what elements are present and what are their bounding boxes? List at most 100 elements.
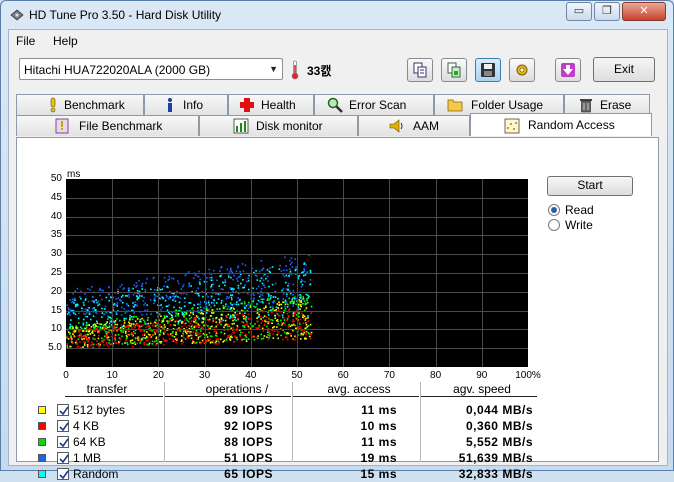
scatter-point [164,317,166,319]
menu-help[interactable]: Help [53,34,78,48]
scatter-point [285,288,288,291]
scatter-point [69,299,72,301]
scatter-point [211,335,213,338]
scatter-point [208,338,210,341]
tab-file-benchmark[interactable]: File Benchmark [16,115,199,136]
options-button[interactable] [509,58,535,82]
tab-error-scan[interactable]: Error Scan [314,94,434,115]
scatter-point [177,282,180,285]
scatter-point [280,334,282,337]
scatter-point [87,333,89,336]
scatter-point [229,317,231,320]
scatter-point [231,317,233,320]
scatter-point [301,334,303,337]
scatter-point [211,312,213,314]
minimize-button[interactable]: ▭ [566,2,592,21]
minimize-icon: ▭ [573,5,585,17]
scatter-point [160,304,162,306]
tab-random-access[interactable]: Random Access [470,113,652,136]
scatter-point [166,333,169,335]
save-button[interactable] [475,58,501,82]
scatter-point [278,315,281,317]
close-button[interactable]: ✕ [622,2,666,21]
scatter-point [143,332,146,335]
tab-erase[interactable]: Erase [564,94,650,115]
series-checkbox[interactable] [57,452,69,464]
scatter-point [274,317,277,319]
exit-button[interactable]: Exit [593,57,655,82]
scatter-point [188,302,190,304]
scatter-point [241,321,243,323]
scatter-point [239,275,241,278]
tab-disk-monitor[interactable]: Disk monitor [199,115,358,136]
tab-aam[interactable]: AAM [358,115,470,136]
copy-screenshot-button[interactable] [441,58,467,82]
scatter-point [200,312,202,315]
scatter-point [259,315,262,318]
tab-health[interactable]: Health [228,94,314,115]
scatter-point [255,287,258,290]
scatter-point [143,304,145,306]
title-bar[interactable]: HD Tune Pro 3.50 - Hard Disk Utility ▭ ❐… [1,1,673,29]
start-button[interactable]: Start [547,176,633,196]
scatter-point [206,338,209,341]
scatter-point [119,285,122,288]
write-radio[interactable]: Write [548,218,628,232]
scatter-point [292,315,295,317]
scatter-point [261,300,264,303]
scatter-point [152,302,155,305]
scatter-point [154,295,157,297]
scatter-point [237,284,240,287]
scatter-point [198,295,200,297]
series-checkbox[interactable] [57,420,69,432]
maximize-button[interactable]: ❐ [594,2,620,21]
scatter-point [193,320,195,323]
scatter-point [246,321,249,324]
scatter-point [168,304,170,306]
series-checkbox[interactable] [57,404,69,416]
scatter-point [280,307,283,309]
scatter-point [231,294,234,296]
series-checkbox[interactable] [57,436,69,448]
copy-info-button[interactable] [407,58,433,82]
avg-speed-value: 32,833 MB/s [458,467,533,481]
scatter-point [155,344,157,346]
scatter-point [128,321,130,324]
scatter-point [72,342,74,344]
scatter-point [152,333,154,336]
tab-info[interactable]: Info [144,94,228,115]
series-color-swatch [38,470,46,478]
download-button[interactable] [555,58,581,82]
scatter-point [190,316,193,319]
scatter-point [115,298,117,300]
scatter-point [255,274,258,277]
menu-file[interactable]: File [16,34,35,48]
tab-folder-usage[interactable]: Folder Usage [434,94,564,115]
scatter-point [79,341,81,343]
scatter-point [94,338,96,341]
scatter-point [300,304,302,306]
scatter-point [305,324,308,326]
scatter-point [232,319,234,322]
scatter-point [247,313,250,316]
drive-select[interactable]: Hitachi HUA722020ALA (2000 GB) ▼ [19,58,283,80]
scatter-point [87,288,89,290]
file-benchmark-icon [55,118,69,134]
scatter-point [165,294,168,297]
read-radio[interactable]: Read [548,203,628,217]
scatter-point [124,342,126,344]
series-checkbox[interactable] [57,468,69,480]
scatter-point [113,321,115,323]
scatter-point [235,314,237,316]
scatter-point [159,323,161,326]
scatter-point [300,305,302,308]
scatter-point [194,332,197,334]
scatter-point [276,303,279,305]
scatter-point [263,324,265,327]
tab-benchmark[interactable]: Benchmark [16,94,144,115]
scatter-point [102,340,105,342]
scatter-point [136,335,139,338]
scatter-point [291,324,293,327]
client-area: File Help Hitachi HUA722020ALA (2000 GB)… [8,29,668,481]
scatter-point [148,324,151,327]
